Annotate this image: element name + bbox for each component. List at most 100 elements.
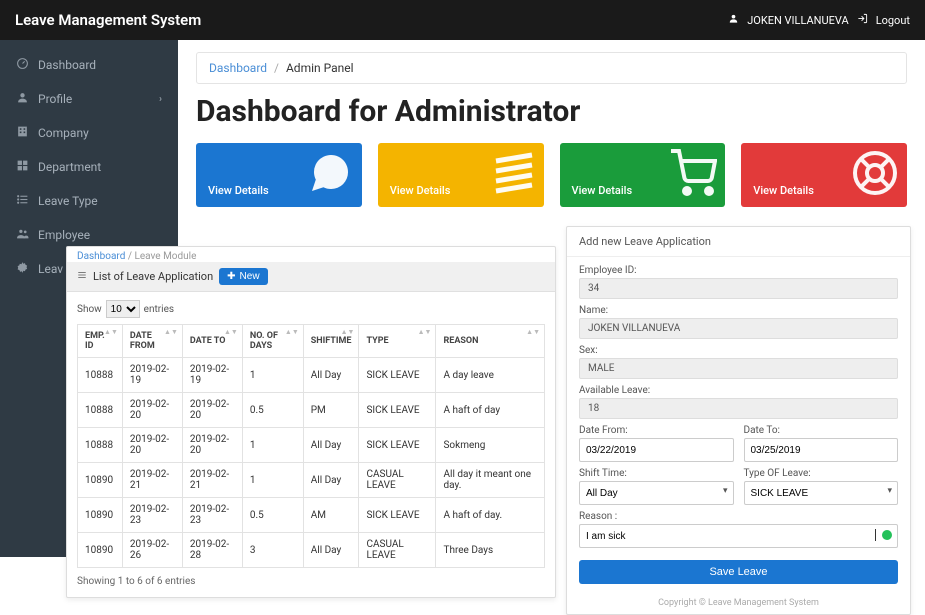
field-type: Type OF Leave: SICK LEAVE (744, 468, 899, 505)
chevron-right-icon: › (159, 94, 162, 105)
table-cell: 10888 (78, 358, 123, 393)
user-icon (728, 13, 739, 27)
tile-green[interactable]: View Details (560, 143, 726, 207)
form-footer: Copyright © Leave Management System (567, 594, 910, 614)
sort-icon: ▲▼ (285, 330, 299, 335)
col-date-to[interactable]: DATE TO▲▼ (182, 325, 242, 358)
col-date-from[interactable]: DATE FROM▲▼ (122, 325, 182, 358)
type-select[interactable]: SICK LEAVE (744, 481, 899, 505)
table-cell: All Day (303, 358, 359, 393)
table-cell: AM (303, 498, 359, 533)
sex-label: Sex: (579, 345, 898, 356)
tile-blue[interactable]: View Details (196, 143, 362, 207)
topbar-right: JOKEN VILLANUEVA Logout (728, 13, 910, 27)
list-crumb-root[interactable]: Dashboard (77, 251, 125, 262)
date-to-input[interactable] (744, 438, 899, 462)
logout-link[interactable]: Logout (876, 14, 910, 27)
table-cell: SICK LEAVE (359, 428, 436, 463)
table-row[interactable]: 108882019-02-192019-02-191All DaySICK LE… (78, 358, 545, 393)
table-cell: 3 (242, 533, 303, 568)
table-cell: 2019-02-20 (122, 428, 182, 463)
col-emp-id[interactable]: EMP. ID▲▼ (78, 325, 123, 358)
table-cell: Sokmeng (436, 428, 545, 463)
save-button[interactable]: Save Leave (579, 560, 898, 584)
table-cell: PM (303, 393, 359, 428)
topbar: Leave Management System JOKEN VILLANUEVA… (0, 0, 925, 40)
grammarly-icon (882, 530, 892, 540)
field-date-to: Date To: (744, 425, 899, 462)
breadcrumb-sep: / (274, 61, 279, 75)
list-header: List of Leave Application ✚ New (67, 262, 555, 292)
logout-icon[interactable] (857, 13, 868, 27)
table-row[interactable]: 108902019-02-262019-02-283All DayCASUAL … (78, 533, 545, 568)
table-cell: A haft of day. (436, 498, 545, 533)
list-icon (77, 270, 87, 283)
datatable-length: Show 10 entries (77, 300, 545, 318)
users-icon (16, 227, 30, 243)
table-cell: 1 (242, 358, 303, 393)
table-row[interactable]: 108882019-02-202019-02-200.5PMSICK LEAVE… (78, 393, 545, 428)
employee-id-label: Employee ID: (579, 265, 898, 276)
date-from-input[interactable] (579, 438, 734, 462)
sort-icon: ▲▼ (526, 330, 540, 335)
field-employee-id: Employee ID: 34 (579, 265, 898, 299)
notes-icon (488, 149, 536, 200)
col-days[interactable]: NO. OF DAYS▲▼ (242, 325, 303, 358)
breadcrumb: Dashboard / Admin Panel (196, 52, 907, 84)
leave-list-panel: Dashboard / Leave Module List of Leave A… (66, 246, 556, 598)
breadcrumb-root[interactable]: Dashboard (209, 61, 267, 75)
table-cell: SICK LEAVE (359, 358, 436, 393)
table-cell: 2019-02-20 (122, 393, 182, 428)
page-size-select[interactable]: 10 (106, 300, 140, 318)
reason-input[interactable] (579, 524, 898, 548)
col-type[interactable]: TYPE▲▼ (359, 325, 436, 358)
employee-id-value: 34 (579, 278, 898, 299)
shift-label: Shift Time: (579, 468, 734, 479)
table-cell: 0.5 (242, 498, 303, 533)
table-row[interactable]: 108882019-02-202019-02-201All DaySICK LE… (78, 428, 545, 463)
field-shift: Shift Time: All Day (579, 468, 734, 505)
sidebar-item-profile[interactable]: Profile › (0, 82, 178, 116)
tile-label: View Details (572, 184, 633, 197)
form-title: Add new Leave Application (567, 227, 910, 257)
tile-yellow[interactable]: View Details (378, 143, 544, 207)
field-reason: Reason : (579, 511, 898, 548)
tile-label: View Details (753, 184, 814, 197)
sort-icon: ▲▼ (164, 330, 178, 335)
sort-icon: ▲▼ (418, 330, 432, 335)
table-cell: All Day (303, 533, 359, 568)
table-cell: 0.5 (242, 393, 303, 428)
table-cell: 2019-02-20 (182, 393, 242, 428)
breadcrumb-current: Admin Panel (286, 61, 354, 75)
datatable-info: Showing 1 to 6 of 6 entries (77, 576, 545, 587)
table-row[interactable]: 108902019-02-232019-02-230.5AMSICK LEAVE… (78, 498, 545, 533)
sidebar-item-label: Leave Type (38, 194, 98, 208)
new-button-label: New (240, 271, 260, 282)
table-cell: 10890 (78, 498, 123, 533)
table-cell: 10888 (78, 393, 123, 428)
gear-icon (16, 261, 30, 277)
table-cell: CASUAL LEAVE (359, 463, 436, 498)
sidebar-item-dashboard[interactable]: Dashboard (0, 48, 178, 82)
col-shift[interactable]: SHIFTIME▲▼ (303, 325, 359, 358)
sidebar-item-leave-type[interactable]: Leave Type (0, 184, 178, 218)
user-icon (16, 91, 30, 107)
show-suffix: entries (144, 304, 174, 315)
dashboard-icon (16, 57, 30, 73)
available-value: 18 (579, 398, 898, 419)
list-breadcrumb: Dashboard / Leave Module (67, 247, 555, 262)
table-cell: 2019-02-23 (182, 498, 242, 533)
sidebar-item-department[interactable]: Department (0, 150, 178, 184)
col-reason[interactable]: REASON▲▼ (436, 325, 545, 358)
field-available: Available Leave: 18 (579, 385, 898, 419)
sidebar-item-label: Profile (38, 92, 72, 106)
shift-select[interactable]: All Day (579, 481, 734, 505)
sidebar-item-company[interactable]: Company (0, 116, 178, 150)
tile-red[interactable]: View Details (741, 143, 907, 207)
current-user: JOKEN VILLANUEVA (747, 14, 849, 27)
table-cell: 2019-02-20 (182, 428, 242, 463)
table-cell: 2019-02-21 (122, 463, 182, 498)
new-button[interactable]: ✚ New (219, 268, 267, 285)
table-row[interactable]: 108902019-02-212019-02-211All DayCASUAL … (78, 463, 545, 498)
sidebar-item-label: Leav (38, 262, 63, 276)
